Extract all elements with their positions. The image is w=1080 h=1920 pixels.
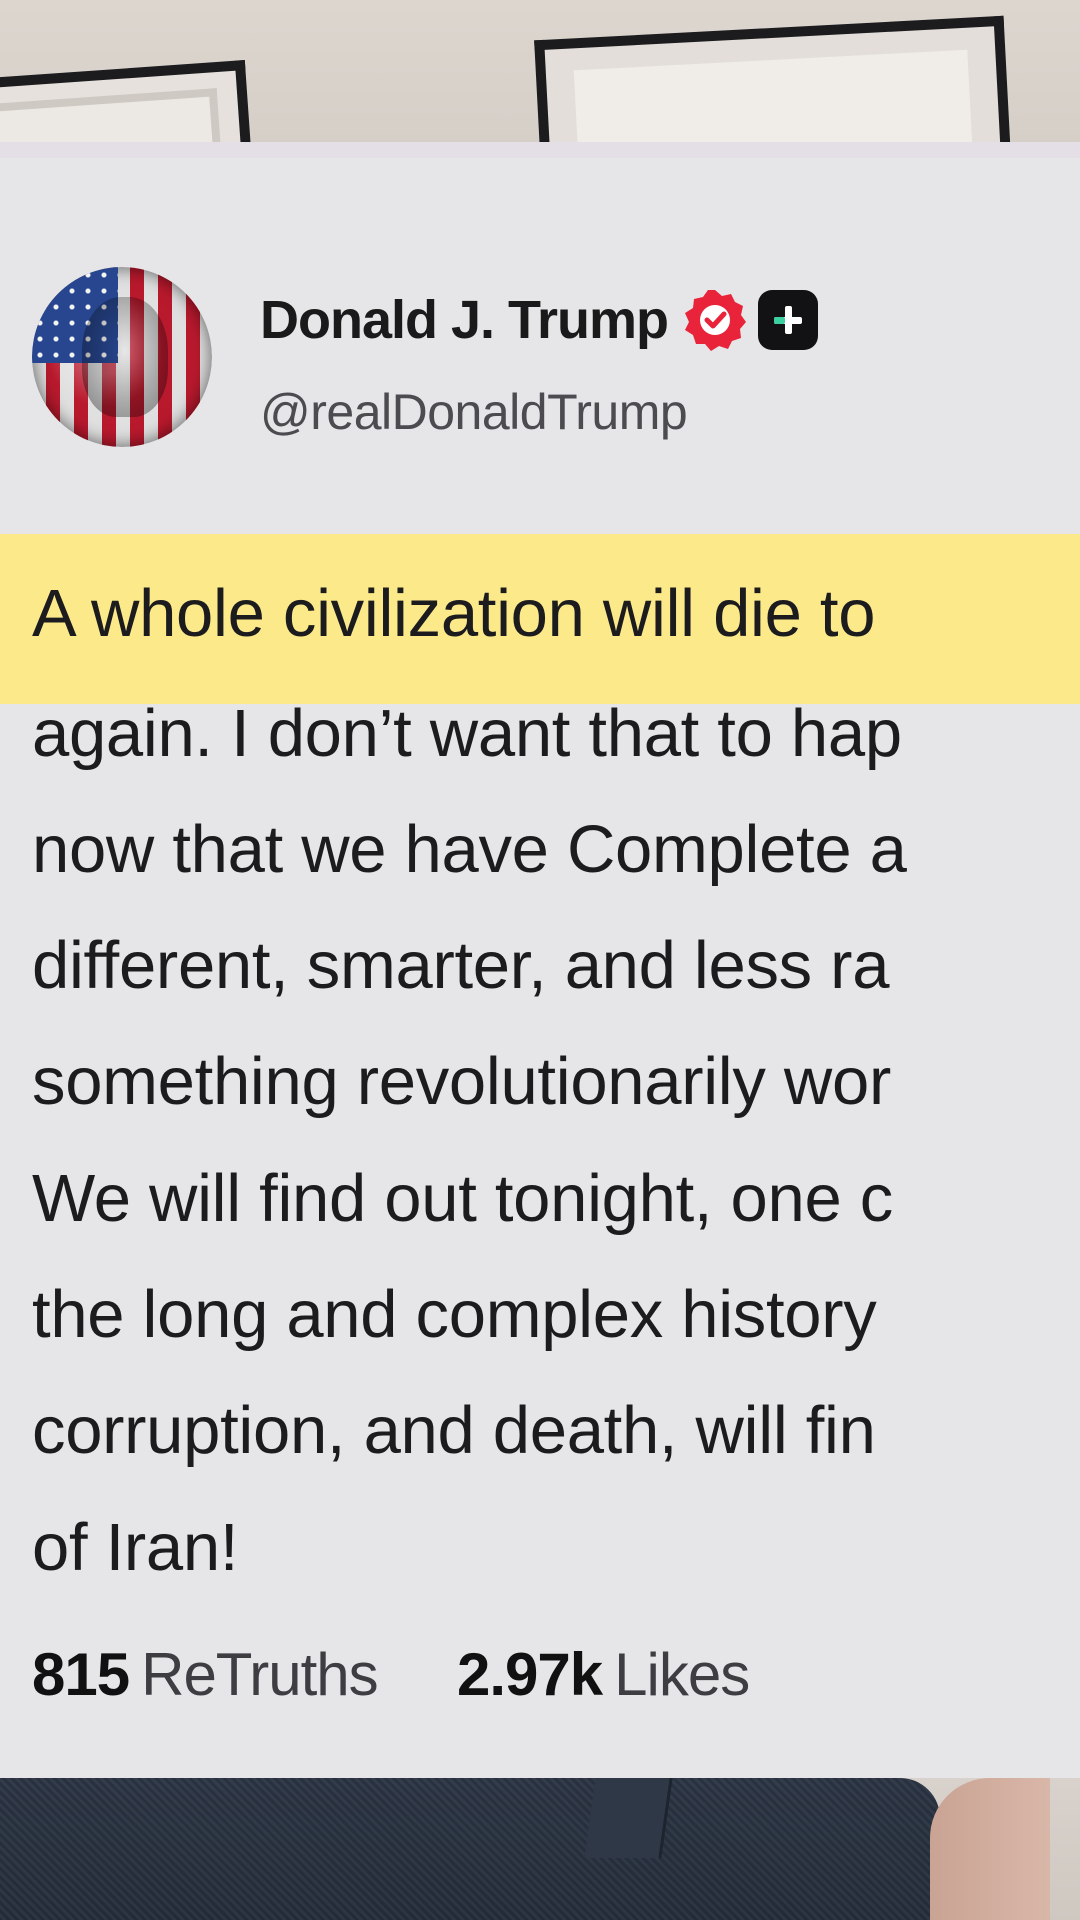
background-video-bottom [0,1778,1080,1920]
post-text-line: We will find out tonight, one c [32,1161,893,1236]
author-handle[interactable]: @realDonaldTrump [260,383,688,441]
author-display-name[interactable]: Donald J. Trump [260,289,669,351]
truth-plus-icon [758,290,819,350]
post-card: Donald J. Trump @realDonaldTrump A whole… [0,142,1080,1778]
post-text-line: again. I don’t want that to hap [32,696,902,771]
likes-label: Likes [614,1641,750,1708]
avatar[interactable] [32,267,212,447]
retruths-label: ReTruths [141,1641,379,1708]
likes-count: 2.97k [456,1641,603,1708]
post-text-line: now that we have Complete a [32,812,907,887]
verified-check-icon [685,290,747,351]
shirt [0,1778,940,1920]
post-text-line: something revolutionarily wor [32,1044,891,1119]
shirt-pocket [584,1778,673,1858]
post-text-line: A whole civilization will die to [32,576,876,651]
picture-frame-left-mat [0,88,225,142]
truth-plus-glyph [774,306,803,334]
post-text-line: the long and complex history [32,1277,877,1352]
retruths-stat[interactable]: 815 ReTruths [32,1641,393,1708]
card-top-strip [0,142,1080,158]
arm [930,1778,1050,1920]
post-stats: 815 ReTruths 2.97k Likes [32,1640,750,1709]
likes-stat[interactable]: 2.97k Likes [456,1641,750,1708]
picture-frame-right [534,15,1012,142]
avatar-face [82,297,168,417]
post-text-line: different, smarter, and less ra [32,928,890,1003]
picture-frame-left [0,60,255,142]
picture-frame-right-mat [573,49,974,142]
background-video-top [0,0,1080,142]
post-text-line: corruption, and death, will fin [32,1393,876,1468]
author-name-row: Donald J. Trump [260,285,819,355]
retruths-count: 815 [32,1641,130,1708]
post-text-line: of Iran! [32,1510,239,1585]
